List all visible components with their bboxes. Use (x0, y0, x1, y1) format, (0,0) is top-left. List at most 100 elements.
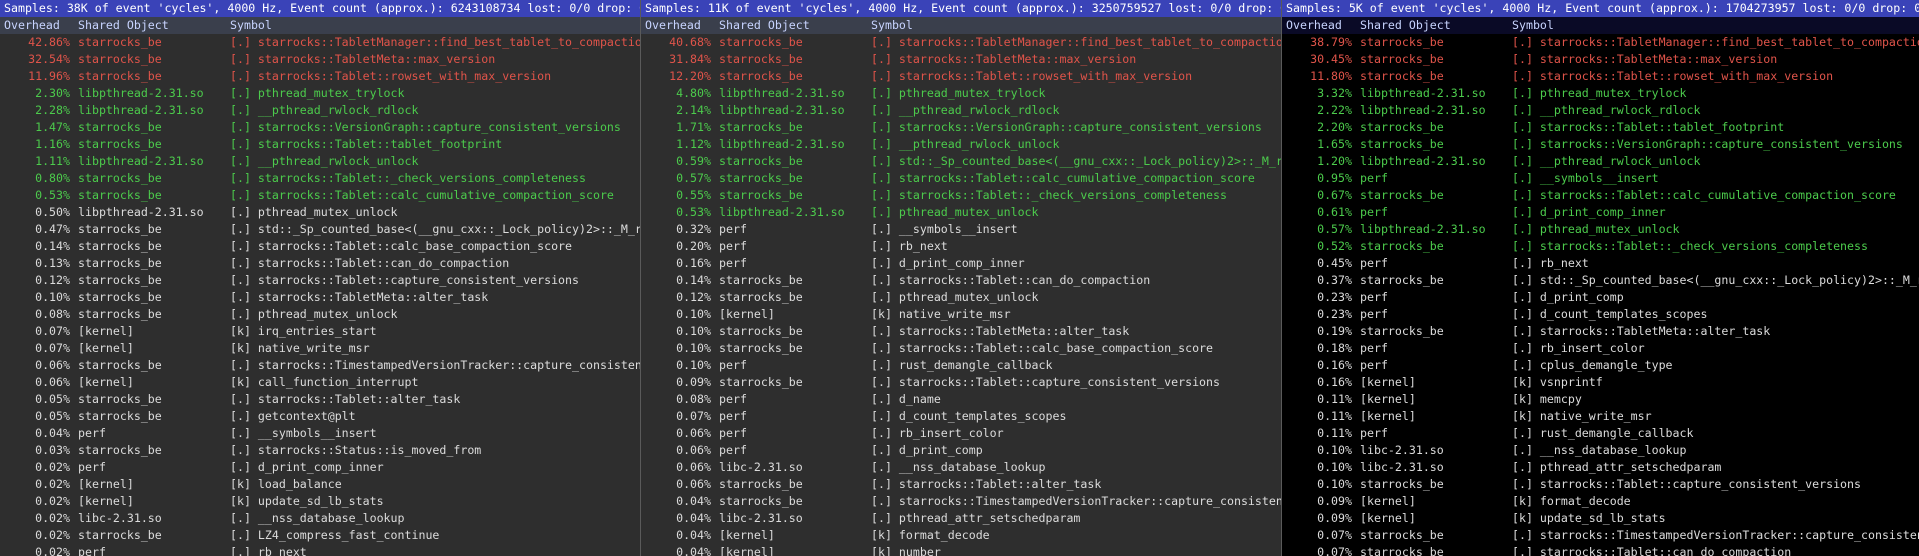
table-row[interactable]: 0.53% starrocks_be [.] starrocks::Tablet::… (0, 187, 640, 204)
table-row[interactable]: 0.02% perf [.] d_print_comp_inner (0, 459, 640, 476)
table-row[interactable]: 0.05% starrocks_be [.] getcontext@plt (0, 408, 640, 425)
table-row[interactable]: 1.12% libpthread-2.31.so [.] __pthread_rwl… (641, 136, 1281, 153)
table-row[interactable]: 0.19% starrocks_be [.] starrocks::TabletMe… (1282, 323, 1919, 340)
table-row[interactable]: 0.50% libpthread-2.31.so [.] pthread_mutex… (0, 204, 640, 221)
table-row[interactable]: 4.80% libpthread-2.31.so [.] pthread_mutex… (641, 85, 1281, 102)
table-row[interactable]: 40.68% starrocks_be [.] starrocks::TabletM… (641, 34, 1281, 51)
table-row[interactable]: 0.59% starrocks_be [.] std::_Sp_counted_ba… (641, 153, 1281, 170)
table-row[interactable]: 1.20% libpthread-2.31.so [.] __pthread_rwl… (1282, 153, 1919, 170)
perf-pane-3[interactable]: Samples: 5K of event 'cycles', 4000 Hz, … (1281, 0, 1919, 556)
table-row[interactable]: 1.11% libpthread-2.31.so [.] __pthread_rwl… (0, 153, 640, 170)
perf-pane-1[interactable]: Samples: 38K of event 'cycles', 4000 Hz,… (0, 0, 640, 556)
table-row[interactable]: 0.52% starrocks_be [.] starrocks::Tablet::… (1282, 238, 1919, 255)
symbol-column-header[interactable]: Symbol (1512, 17, 1554, 34)
table-row[interactable]: 0.10% libc-2.31.so [.] __nss_database_look… (1282, 442, 1919, 459)
table-row[interactable]: 0.16% [kernel] [k] vsnprintf (1282, 374, 1919, 391)
table-row[interactable]: 0.03% starrocks_be [.] starrocks::Status::… (0, 442, 640, 459)
table-row[interactable]: 1.65% starrocks_be [.] starrocks::VersionG… (1282, 136, 1919, 153)
table-row[interactable]: 0.80% starrocks_be [.] starrocks::Tablet::… (0, 170, 640, 187)
table-row[interactable]: 0.02% perf [.] rb_next (0, 544, 640, 556)
table-row[interactable]: 0.32% perf [.] __symbols__insert (641, 221, 1281, 238)
table-row[interactable]: 0.20% perf [.] rb_next (641, 238, 1281, 255)
table-row[interactable]: 0.53% libpthread-2.31.so [.] pthread_mutex… (641, 204, 1281, 221)
table-row[interactable]: 0.10% libc-2.31.so [.] pthread_attr_setsch… (1282, 459, 1919, 476)
table-row[interactable]: 0.06% [kernel] [k] call_function_interrupt (0, 374, 640, 391)
table-row[interactable]: 0.07% [kernel] [k] native_write_msr (0, 340, 640, 357)
table-row[interactable]: 0.57% starrocks_be [.] starrocks::Tablet::… (641, 170, 1281, 187)
table-row[interactable]: 0.04% libc-2.31.so [.] pthread_attr_setsch… (641, 510, 1281, 527)
symbol-column-header[interactable]: Symbol (871, 17, 913, 34)
table-row[interactable]: 0.67% starrocks_be [.] starrocks::Tablet::… (1282, 187, 1919, 204)
table-row[interactable]: 0.11% perf [.] rust_demangle_callback (1282, 425, 1919, 442)
table-row[interactable]: 0.09% starrocks_be [.] starrocks::Tablet::… (641, 374, 1281, 391)
table-row[interactable]: 0.06% perf [.] rb_insert_color (641, 425, 1281, 442)
table-row[interactable]: 0.06% libc-2.31.so [.] __nss_database_look… (641, 459, 1281, 476)
table-row[interactable]: 0.13% starrocks_be [.] starrocks::Tablet::… (0, 255, 640, 272)
table-row[interactable]: 3.32% libpthread-2.31.so [.] pthread_mutex… (1282, 85, 1919, 102)
table-row[interactable]: 0.95% perf [.] __symbols__insert (1282, 170, 1919, 187)
overhead-column-header[interactable]: Overhead (4, 17, 70, 34)
table-row[interactable]: 2.20% starrocks_be [.] starrocks::Tablet::… (1282, 119, 1919, 136)
table-row[interactable]: 0.09% [kernel] [k] format_decode (1282, 493, 1919, 510)
table-row[interactable]: 0.08% perf [.] d_name (641, 391, 1281, 408)
table-row[interactable]: 0.23% perf [.] d_print_comp (1282, 289, 1919, 306)
table-row[interactable]: 38.79% starrocks_be [.] starrocks::TabletM… (1282, 34, 1919, 51)
table-row[interactable]: 2.30% libpthread-2.31.so [.] pthread_mutex… (0, 85, 640, 102)
table-row[interactable]: 0.04% starrocks_be [.] starrocks::Timestam… (641, 493, 1281, 510)
table-row[interactable]: 0.57% libpthread-2.31.so [.] pthread_mutex… (1282, 221, 1919, 238)
table-row[interactable]: 0.16% perf [.] cplus_demangle_type (1282, 357, 1919, 374)
perf-pane-2[interactable]: Samples: 11K of event 'cycles', 4000 Hz,… (640, 0, 1281, 556)
table-row[interactable]: 42.86% starrocks_be [.] starrocks::TabletM… (0, 34, 640, 51)
table-row[interactable]: 0.10% perf [.] rust_demangle_callback (641, 357, 1281, 374)
table-row[interactable]: 0.06% starrocks_be [.] starrocks::Timestam… (0, 357, 640, 374)
table-row[interactable]: 0.02% libc-2.31.so [.] __nss_database_look… (0, 510, 640, 527)
table-row[interactable]: 11.96% starrocks_be [.] starrocks::Tablet:… (0, 68, 640, 85)
table-row[interactable]: 0.47% starrocks_be [.] std::_Sp_counted_ba… (0, 221, 640, 238)
table-row[interactable]: 30.45% starrocks_be [.] starrocks::TabletM… (1282, 51, 1919, 68)
table-row[interactable]: 0.10% starrocks_be [.] starrocks::TabletMe… (0, 289, 640, 306)
table-row[interactable]: 0.09% [kernel] [k] update_sd_lb_stats (1282, 510, 1919, 527)
table-row[interactable]: 0.05% starrocks_be [.] starrocks::Tablet::… (0, 391, 640, 408)
table-row[interactable]: 0.55% starrocks_be [.] starrocks::Tablet::… (641, 187, 1281, 204)
table-row[interactable]: 0.10% starrocks_be [.] starrocks::TabletMe… (641, 323, 1281, 340)
table-row[interactable]: 1.71% starrocks_be [.] starrocks::VersionG… (641, 119, 1281, 136)
table-row[interactable]: 0.04% [kernel] [k] number (641, 544, 1281, 556)
overhead-column-header[interactable]: Overhead (1286, 17, 1352, 34)
table-row[interactable]: 0.23% perf [.] d_count_templates_scopes (1282, 306, 1919, 323)
table-row[interactable]: 0.12% starrocks_be [.] starrocks::Tablet::… (0, 272, 640, 289)
table-row[interactable]: 31.84% starrocks_be [.] starrocks::TabletM… (641, 51, 1281, 68)
table-row[interactable]: 0.07% perf [.] d_count_templates_scopes (641, 408, 1281, 425)
table-row[interactable]: 0.07% [kernel] [k] irq_entries_start (0, 323, 640, 340)
shared-object-column-header[interactable]: Shared Object (711, 17, 871, 34)
table-row[interactable]: 0.10% starrocks_be [.] starrocks::Tablet::… (641, 340, 1281, 357)
table-row[interactable]: 0.37% starrocks_be [.] std::_Sp_counted_ba… (1282, 272, 1919, 289)
shared-object-column-header[interactable]: Shared Object (70, 17, 230, 34)
table-row[interactable]: 0.12% starrocks_be [.] pthread_mutex_unloc… (641, 289, 1281, 306)
table-row[interactable]: 0.11% [kernel] [k] memcpy (1282, 391, 1919, 408)
symbol-column-header[interactable]: Symbol (230, 17, 272, 34)
table-row[interactable]: 1.47% starrocks_be [.] starrocks::VersionG… (0, 119, 640, 136)
table-row[interactable]: 0.08% starrocks_be [.] pthread_mutex_unloc… (0, 306, 640, 323)
table-row[interactable]: 0.45% perf [.] rb_next (1282, 255, 1919, 272)
table-row[interactable]: 0.10% [kernel] [k] native_write_msr (641, 306, 1281, 323)
shared-object-column-header[interactable]: Shared Object (1352, 17, 1512, 34)
table-row[interactable]: 0.16% perf [.] d_print_comp_inner (641, 255, 1281, 272)
table-row[interactable]: 0.04% [kernel] [k] format_decode (641, 527, 1281, 544)
table-row[interactable]: 0.18% perf [.] rb_insert_color (1282, 340, 1919, 357)
table-row[interactable]: 0.11% [kernel] [k] native_write_msr (1282, 408, 1919, 425)
table-row[interactable]: 1.16% starrocks_be [.] starrocks::Tablet::… (0, 136, 640, 153)
table-row[interactable]: 0.61% perf [.] d_print_comp_inner (1282, 204, 1919, 221)
table-row[interactable]: 0.14% starrocks_be [.] starrocks::Tablet::… (641, 272, 1281, 289)
table-row[interactable]: 12.20% starrocks_be [.] starrocks::Tablet:… (641, 68, 1281, 85)
table-row[interactable]: 0.07% starrocks_be [.] starrocks::Tablet::… (1282, 544, 1919, 556)
table-row[interactable]: 0.14% starrocks_be [.] starrocks::Tablet::… (0, 238, 640, 255)
table-row[interactable]: 32.54% starrocks_be [.] starrocks::TabletM… (0, 51, 640, 68)
table-row[interactable]: 2.28% libpthread-2.31.so [.] __pthread_rwl… (0, 102, 640, 119)
overhead-column-header[interactable]: Overhead (645, 17, 711, 34)
table-row[interactable]: 11.80% starrocks_be [.] starrocks::Tablet:… (1282, 68, 1919, 85)
table-row[interactable]: 0.07% starrocks_be [.] starrocks::Timestam… (1282, 527, 1919, 544)
table-row[interactable]: 2.14% libpthread-2.31.so [.] __pthread_rwl… (641, 102, 1281, 119)
table-row[interactable]: 0.04% perf [.] __symbols__insert (0, 425, 640, 442)
table-row[interactable]: 2.22% libpthread-2.31.so [.] __pthread_rwl… (1282, 102, 1919, 119)
table-row[interactable]: 0.02% starrocks_be [.] LZ4_compress_fast_c… (0, 527, 640, 544)
